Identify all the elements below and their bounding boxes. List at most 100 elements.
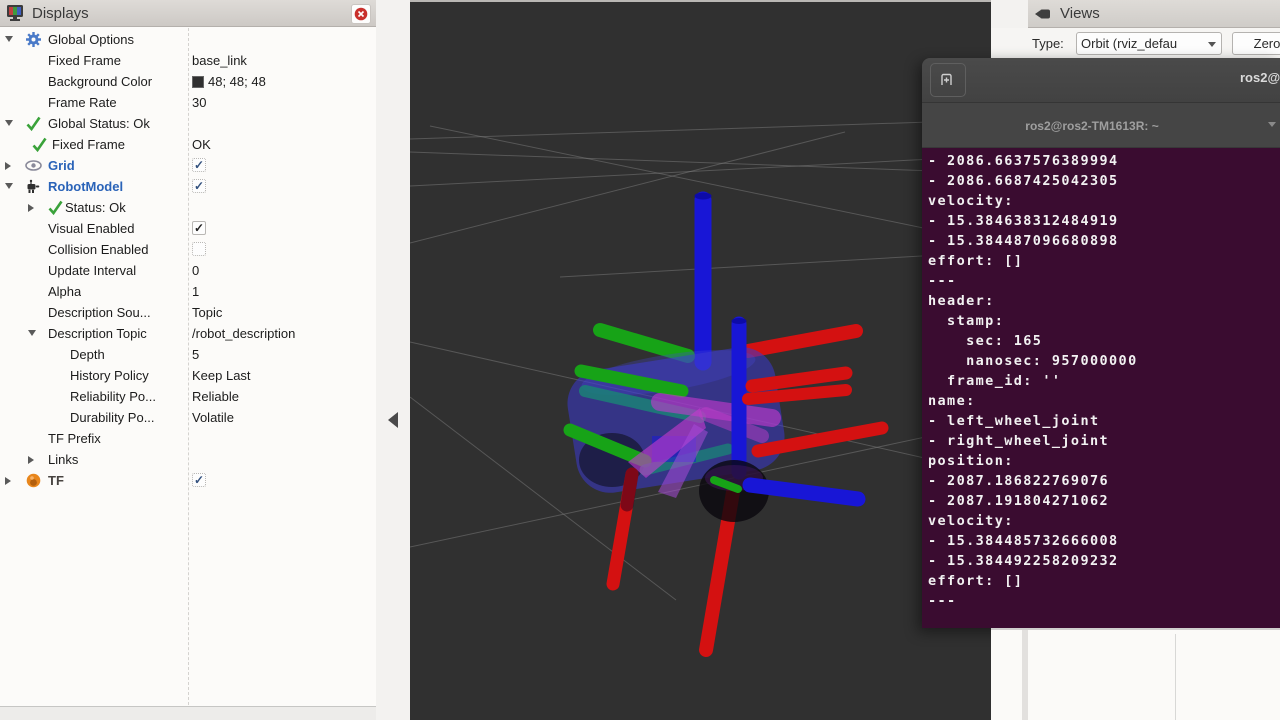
displays-panel-title: Displays [32, 5, 89, 22]
terminal-tab[interactable]: ros2@ros2-TM1613R: ~ [922, 103, 1262, 148]
chevron-down-icon[interactable] [5, 120, 13, 126]
property-value-text[interactable]: Keep Last [192, 368, 251, 383]
terminal-line: stamp: [928, 311, 1280, 331]
terminal-output[interactable]: - 2086.6637576389994- 2086.6687425042305… [922, 148, 1280, 628]
property-label: Durability Po... [70, 410, 155, 425]
view-type-label: Type: [1032, 36, 1064, 51]
property-label: Status: Ok [65, 200, 126, 215]
property-label: TF Prefix [48, 431, 101, 446]
terminal-line: position: [928, 451, 1280, 471]
terminal-line: --- [928, 271, 1280, 291]
property-value-text[interactable]: Reliable [192, 389, 239, 404]
terminal-line: - 2087.191804271062 [928, 491, 1280, 511]
property-value-text[interactable]: 48; 48; 48 [208, 74, 266, 89]
property-value-text[interactable]: /robot_description [192, 326, 295, 341]
chevron-down-icon[interactable] [5, 183, 13, 189]
checkbox-checked[interactable]: ✓ [192, 179, 206, 193]
render-viewport[interactable] [410, 0, 991, 720]
terminal-line: --- [928, 591, 1280, 611]
property-value: Volatile [192, 410, 234, 425]
terminal-line: - 2086.6637576389994 [928, 151, 1280, 171]
gear-icon [25, 31, 42, 48]
robot-icon [25, 178, 42, 195]
new-tab-icon [939, 72, 957, 88]
checkbox-checked[interactable]: ✓ [192, 473, 206, 487]
property-label: Fixed Frame [52, 137, 125, 152]
property-value-text[interactable]: 5 [192, 347, 199, 362]
property-value: 1 [192, 284, 199, 299]
tab-overflow-chevron-icon[interactable] [1268, 122, 1276, 127]
terminal-headerbar[interactable]: ros2@ [922, 58, 1280, 103]
property-label: Visual Enabled [48, 221, 135, 236]
terminal-line: header: [928, 291, 1280, 311]
property-value-text: OK [192, 137, 211, 152]
checkbox-checked[interactable]: ✓ [192, 158, 206, 172]
views-panel-divider [1175, 634, 1176, 720]
property-value: ✓ [192, 473, 206, 487]
terminal-line: - 2087.186822769076 [928, 471, 1280, 491]
chevron-right-icon[interactable] [5, 477, 11, 485]
property-value: OK [192, 137, 211, 152]
property-label: Reliability Po... [70, 389, 156, 404]
grid-icon [25, 157, 42, 174]
color-swatch[interactable] [192, 76, 204, 88]
checkbox-unchecked[interactable] [192, 242, 206, 256]
property-label: RobotModel [48, 179, 123, 194]
chevron-down-icon[interactable] [28, 330, 36, 336]
displays-panel-titlebar: Displays [0, 0, 376, 27]
zero-button[interactable]: Zero [1232, 32, 1280, 55]
chevron-right-icon[interactable] [28, 456, 34, 464]
views-panel-edge [1022, 630, 1028, 720]
property-value: Keep Last [192, 368, 251, 383]
property-label: Fixed Frame [48, 53, 121, 68]
terminal-line: velocity: [928, 511, 1280, 531]
terminal-line: - 15.384487096680898 [928, 231, 1280, 251]
property-label: Depth [70, 347, 105, 362]
panel-splitter[interactable] [376, 0, 410, 720]
property-value: 48; 48; 48 [192, 74, 266, 89]
views-panel-body [991, 628, 1280, 720]
property-value-text[interactable]: Topic [192, 305, 222, 320]
property-label: Grid [48, 158, 75, 173]
property-label: Description Sou... [48, 305, 151, 320]
check-icon [47, 199, 64, 216]
chevron-down-icon [1208, 42, 1216, 47]
property-value-text[interactable]: 1 [192, 284, 199, 299]
property-value-text[interactable]: 0 [192, 263, 199, 278]
terminal-line: velocity: [928, 191, 1280, 211]
terminal-line: - 15.384638312484919 [928, 211, 1280, 231]
terminal-window: ros2@ ros2@ros2-TM1613R: ~ - 2086.663757… [922, 58, 1280, 628]
property-label: Collision Enabled [48, 242, 148, 257]
tf-x-axis-top [748, 331, 856, 351]
terminal-line: - 15.384485732666008 [928, 531, 1280, 551]
displays-icon [6, 4, 24, 22]
property-value: /robot_description [192, 326, 295, 341]
tree-column-divider[interactable] [188, 28, 189, 705]
displays-close-button[interactable] [351, 4, 371, 24]
property-value-text[interactable]: 30 [192, 95, 206, 110]
camera-icon [1034, 7, 1052, 21]
property-value-text[interactable]: base_link [192, 53, 247, 68]
chevron-right-icon[interactable] [28, 204, 34, 212]
chevron-right-icon[interactable] [5, 162, 11, 170]
checkbox-checked[interactable]: ✓ [192, 221, 206, 235]
new-tab-button[interactable] [930, 63, 966, 97]
property-value: 5 [192, 347, 199, 362]
tf-y-axis-top [600, 330, 688, 356]
collapse-left-icon[interactable] [388, 412, 398, 428]
terminal-tab-title: ros2@ros2-TM1613R: ~ [1025, 119, 1158, 133]
terminal-line: - right_wheel_joint [928, 431, 1280, 451]
terminal-line: - 15.384492258209232 [928, 551, 1280, 571]
property-label: Background Color [48, 74, 152, 89]
property-value: base_link [192, 53, 247, 68]
property-value: 30 [192, 95, 206, 110]
property-label: TF [48, 473, 64, 488]
property-label: Frame Rate [48, 95, 117, 110]
property-value: Reliable [192, 389, 239, 404]
property-value: ✓ [192, 158, 206, 172]
views-type-row: Type: Orbit (rviz_defau Zero [991, 28, 1280, 58]
view-type-dropdown[interactable]: Orbit (rviz_defau [1076, 32, 1222, 55]
chevron-down-icon[interactable] [5, 36, 13, 42]
property-label: Global Options [48, 32, 134, 47]
property-value-text[interactable]: Volatile [192, 410, 234, 425]
